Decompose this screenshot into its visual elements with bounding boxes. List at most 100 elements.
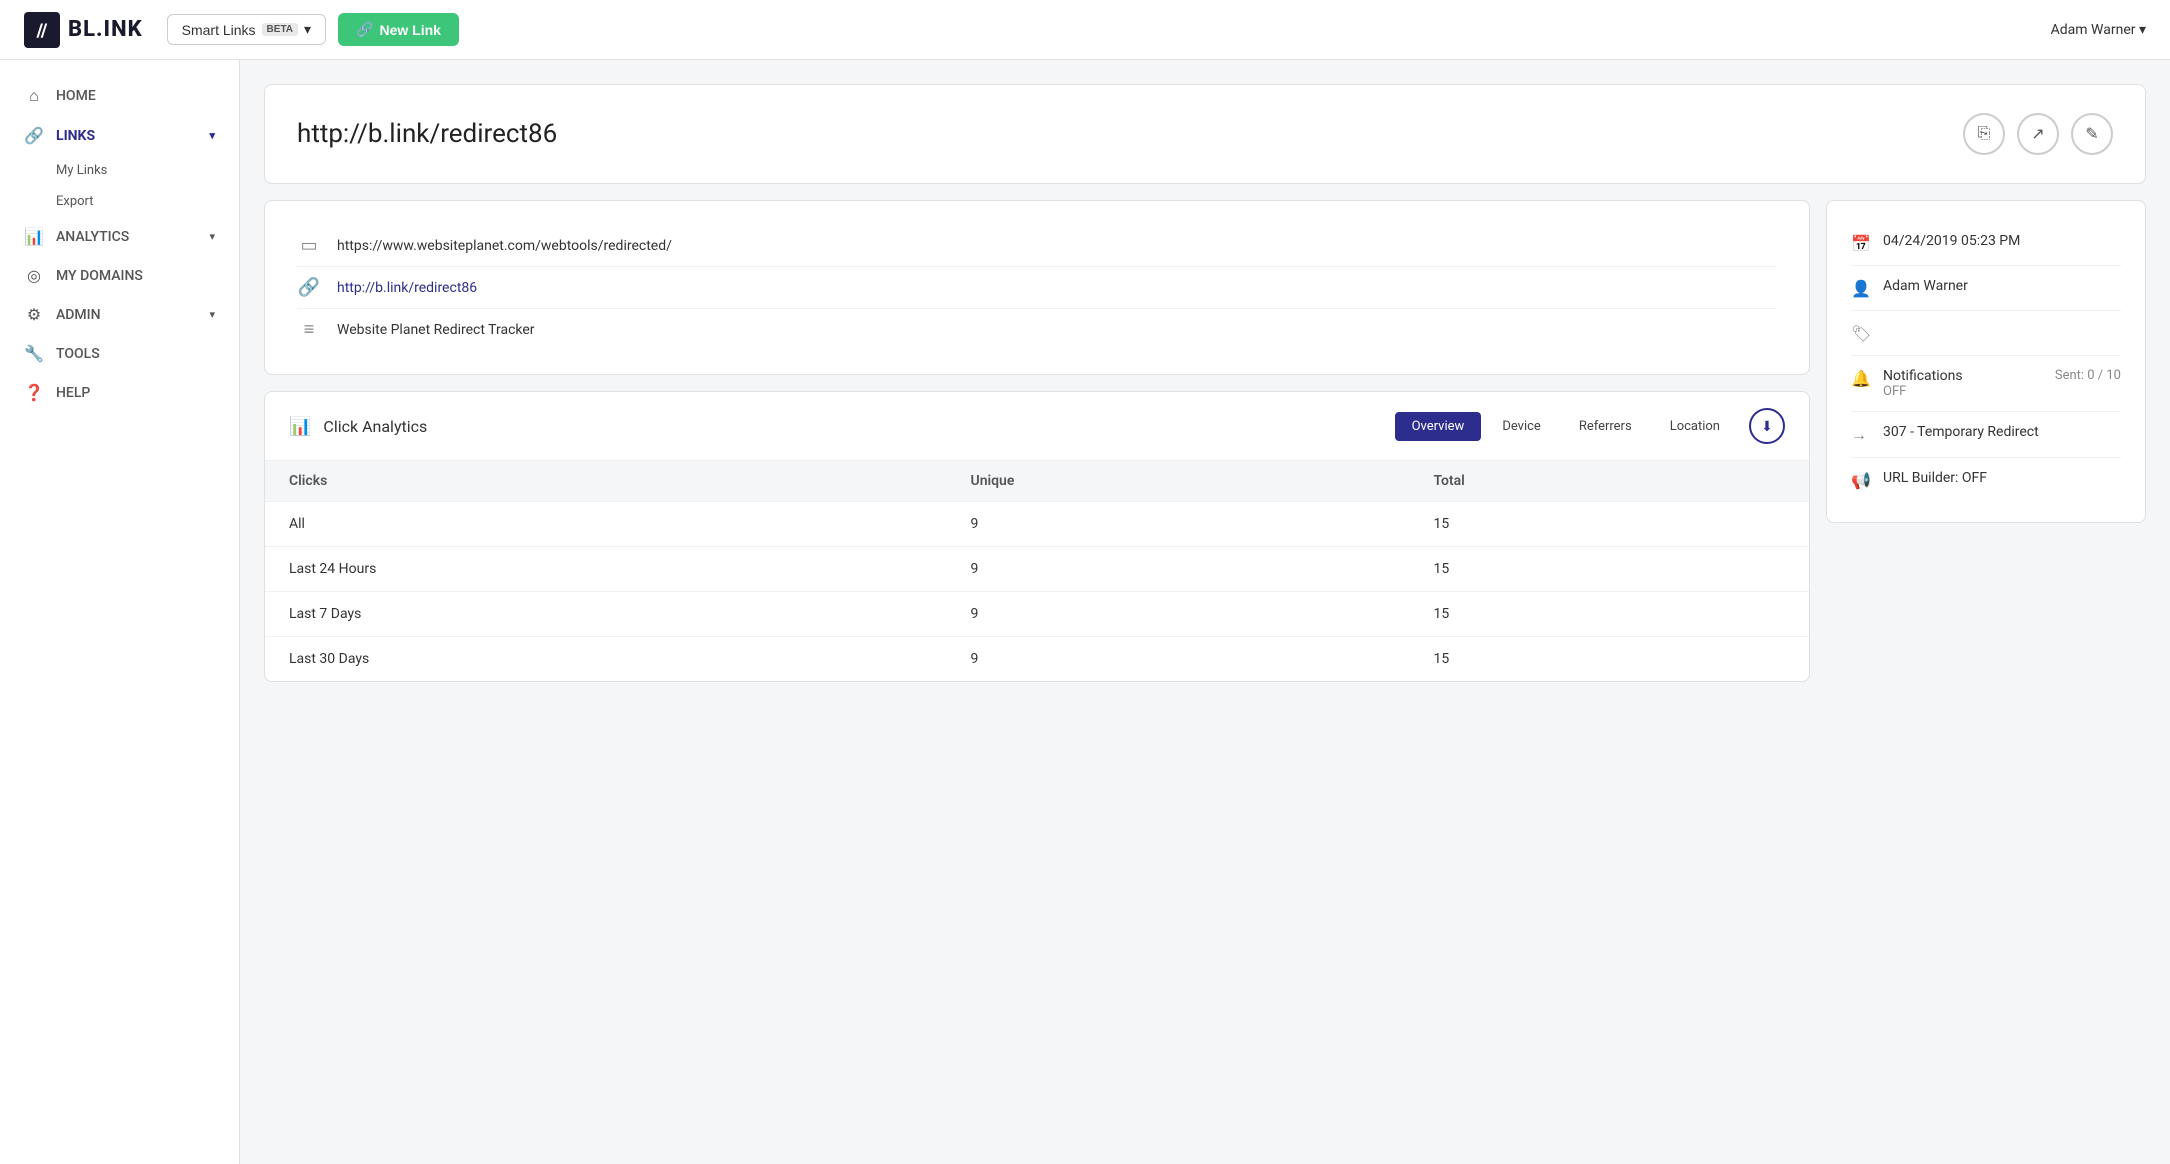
notifications-row: 🔔 Notifications OFF Sent: 0 / 10 <box>1851 356 2121 412</box>
user-icon: 👤 <box>1851 279 1871 298</box>
sidebar-item-links[interactable]: 🔗 LINKS ▾ <box>0 116 239 155</box>
download-button[interactable]: ⬇ <box>1749 408 1785 444</box>
user-menu[interactable]: Adam Warner ▾ <box>2051 22 2146 38</box>
sidebar-item-tools[interactable]: 🔧 TOOLS <box>0 334 239 373</box>
link-icon: 🔗 <box>356 21 373 38</box>
sidebar-item-admin[interactable]: ⚙ ADMIN ▾ <box>0 295 239 334</box>
copy-button[interactable]: ⎘ <box>1963 113 2005 155</box>
beta-badge: BETA <box>262 23 298 36</box>
smart-links-button[interactable]: Smart Links BETA ▾ <box>167 14 326 45</box>
sidebar-item-help[interactable]: ❓ HELP <box>0 373 239 412</box>
megaphone-icon: 📢 <box>1851 471 1871 490</box>
side-info-card: 📅 04/24/2019 05:23 PM 👤 Adam Warner 🏷 🔔 <box>1826 200 2146 523</box>
sidebar-admin-label: ADMIN <box>56 307 101 323</box>
cell-total: 15 <box>1409 547 1809 592</box>
cell-unique: 9 <box>947 547 1410 592</box>
cell-label: Last 7 Days <box>265 592 947 637</box>
edit-button[interactable]: ✎ <box>2071 113 2113 155</box>
analytics-title: Click Analytics <box>323 417 427 436</box>
sidebar-links-label: LINKS <box>56 128 95 144</box>
sidebar-help-label: HELP <box>56 385 90 401</box>
browser-icon: ▭ <box>297 235 321 256</box>
analytics-tabs: Overview Device Referrers Location <box>1395 412 1737 441</box>
notifications-content: Notifications OFF <box>1883 368 2043 399</box>
redirect-type-row: → 307 - Temporary Redirect <box>1851 412 2121 458</box>
tag-row: 🏷 <box>1851 311 2121 356</box>
created-date-row: 📅 04/24/2019 05:23 PM <box>1851 221 2121 266</box>
sidebar-item-my-domains[interactable]: ◎ MY DOMAINS <box>0 256 239 295</box>
side-column: 📅 04/24/2019 05:23 PM 👤 Adam Warner 🏷 🔔 <box>1826 200 2146 523</box>
sidebar-item-analytics[interactable]: 📊 ANALYTICS ▾ <box>0 217 239 256</box>
sidebar: ⌂ HOME 🔗 LINKS ▾ My Links Export 📊 ANALY… <box>0 60 240 1164</box>
tab-location[interactable]: Location <box>1653 412 1737 441</box>
col-unique: Unique <box>947 461 1410 502</box>
table-header-row: Clicks Unique Total <box>265 461 1809 502</box>
notifications-status: OFF <box>1883 384 2043 399</box>
owner-row: 👤 Adam Warner <box>1851 266 2121 311</box>
notifications-label: Notifications <box>1883 368 2043 384</box>
clicks-table: Clicks Unique Total All 9 15 Last 24 Hou… <box>265 461 1809 681</box>
tab-referrers[interactable]: Referrers <box>1562 412 1649 441</box>
edit-icon: ✎ <box>2085 124 2098 144</box>
link-title: Website Planet Redirect Tracker <box>337 322 535 338</box>
app-layout: ⌂ HOME 🔗 LINKS ▾ My Links Export 📊 ANALY… <box>0 60 2170 1164</box>
chevron-analytics-icon: ▾ <box>209 230 215 243</box>
sidebar-domains-label: MY DOMAINS <box>56 268 143 284</box>
home-icon: ⌂ <box>24 86 44 106</box>
sidebar-item-my-links[interactable]: My Links <box>0 155 239 186</box>
links-icon: 🔗 <box>24 126 44 145</box>
open-icon: ↗ <box>2031 124 2044 144</box>
tab-location-label: Location <box>1670 419 1720 434</box>
table-row: Last 24 Hours 9 15 <box>265 547 1809 592</box>
svg-text://: // <box>36 20 48 41</box>
cell-label: All <box>265 502 947 547</box>
export-label: Export <box>56 194 94 209</box>
calendar-icon: 📅 <box>1851 234 1871 253</box>
help-icon: ❓ <box>24 383 44 402</box>
smart-links-label: Smart Links <box>182 22 256 38</box>
new-link-button[interactable]: 🔗 New Link <box>338 13 459 46</box>
sidebar-tools-label: TOOLS <box>56 346 100 362</box>
short-url-link[interactable]: http://b.link/redirect86 <box>337 280 477 296</box>
sidebar-item-export[interactable]: Export <box>0 186 239 217</box>
redirect-type: 307 - Temporary Redirect <box>1883 424 2039 440</box>
my-links-label: My Links <box>56 163 107 178</box>
tab-overview[interactable]: Overview <box>1395 412 1482 441</box>
cell-total: 15 <box>1409 592 1809 637</box>
analytics-icon: 📊 <box>24 227 44 246</box>
tag-icon: 🏷 <box>1851 324 1871 343</box>
logo-icon: // <box>24 12 60 48</box>
copy-icon: ⎘ <box>1978 125 1991 143</box>
analytics-header: 📊 Click Analytics Overview Device Referr… <box>265 392 1809 461</box>
new-link-label: New Link <box>380 22 441 38</box>
page-header-card: http://b.link/redirect86 ⎘ ↗ ✎ <box>264 84 2146 184</box>
link-chain-icon: 🔗 <box>297 277 321 298</box>
tab-device-label: Device <box>1502 419 1541 434</box>
cell-label: Last 24 Hours <box>265 547 947 592</box>
destination-row: ▭ https://www.websiteplanet.com/webtools… <box>297 225 1777 267</box>
title-row: ≡ Website Planet Redirect Tracker <box>297 309 1777 350</box>
menu-icon: ≡ <box>297 319 321 340</box>
main-column: ▭ https://www.websiteplanet.com/webtools… <box>264 200 1810 682</box>
chevron-icon: ▾ <box>209 129 215 142</box>
cell-unique: 9 <box>947 502 1410 547</box>
tab-device[interactable]: Device <box>1485 412 1558 441</box>
page-title: http://b.link/redirect86 <box>297 119 557 149</box>
chevron-admin-icon: ▾ <box>209 308 215 321</box>
table-row: Last 7 Days 9 15 <box>265 592 1809 637</box>
main-content: http://b.link/redirect86 ⎘ ↗ ✎ <box>240 60 2170 1164</box>
top-nav: // BL.INK Smart Links BETA ▾ 🔗 New Link … <box>0 0 2170 60</box>
url-builder-row: 📢 URL Builder: OFF <box>1851 458 2121 502</box>
col-clicks: Clicks <box>265 461 947 502</box>
open-button[interactable]: ↗ <box>2017 113 2059 155</box>
cell-total: 15 <box>1409 502 1809 547</box>
short-url-row: 🔗 http://b.link/redirect86 <box>297 267 1777 309</box>
domains-icon: ◎ <box>24 266 44 285</box>
sidebar-home-label: HOME <box>56 88 96 104</box>
url-builder: URL Builder: OFF <box>1883 470 1987 486</box>
sidebar-item-home[interactable]: ⌂ HOME <box>0 76 239 116</box>
table-row: All 9 15 <box>265 502 1809 547</box>
bar-chart-icon: 📊 <box>289 416 311 437</box>
cell-unique: 9 <box>947 592 1410 637</box>
created-date: 04/24/2019 05:23 PM <box>1883 233 2020 249</box>
